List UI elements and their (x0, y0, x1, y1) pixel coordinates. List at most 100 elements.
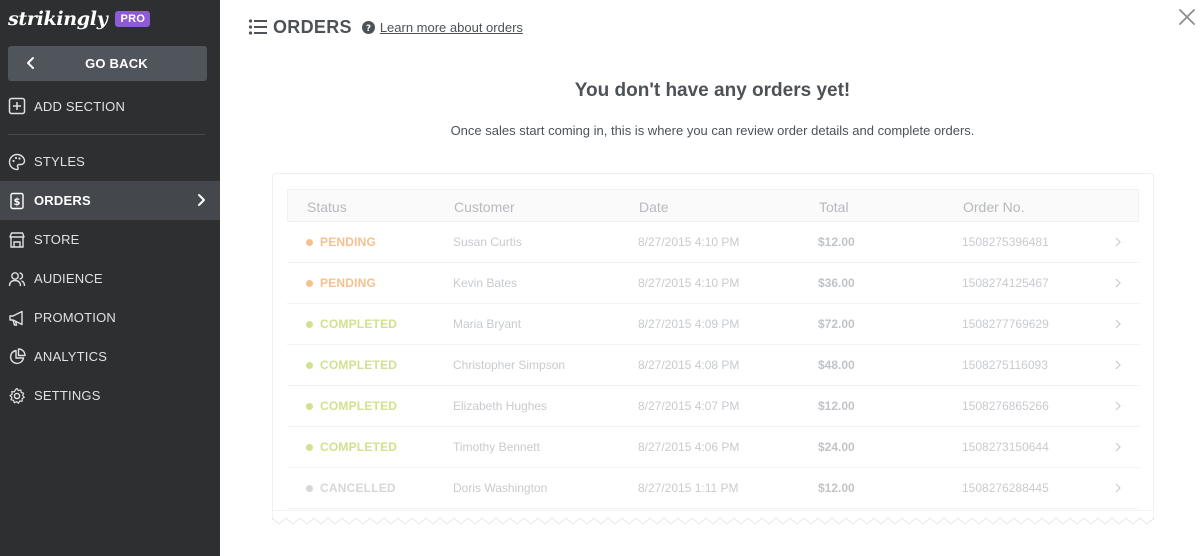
sidebar-item-promotion[interactable]: PROMOTION (0, 298, 220, 337)
column-header-status: Status (307, 199, 347, 215)
sidebar-item-styles[interactable]: STYLES (0, 142, 220, 181)
chevron-right-icon (1115, 401, 1121, 411)
table-row[interactable]: CANCELLED Doris Washington 8/27/2015 1:11 … (287, 468, 1139, 509)
date-cell: 8/27/2015 1:11 PM (638, 481, 739, 495)
page-header: ORDERS ? Learn more about orders (248, 14, 523, 40)
total-cell: $72.00 (818, 317, 855, 331)
date-cell: 8/27/2015 4:06 PM (638, 440, 740, 454)
status-dot (306, 320, 313, 328)
pie-chart-icon (8, 347, 26, 366)
sidebar-item-label: AUDIENCE (34, 271, 103, 286)
total-cell: $12.00 (818, 235, 855, 249)
total-cell: $36.00 (818, 276, 855, 290)
customer-cell: Christopher Simpson (453, 358, 566, 372)
torn-edge (272, 510, 1154, 525)
date-cell: 8/27/2015 4:07 PM (638, 399, 740, 413)
status-badge: CANCELLED (306, 481, 396, 495)
megaphone-icon (8, 309, 26, 327)
total-cell: $24.00 (818, 440, 855, 454)
sidebar-item-orders[interactable]: $ ORDERS (0, 181, 220, 220)
table-row[interactable]: COMPLETED Maria Bryant 8/27/2015 4:09 PM $7… (287, 304, 1139, 345)
total-cell: $12.00 (818, 399, 855, 413)
pro-badge: PRO (115, 11, 151, 27)
column-header-date: Date (639, 199, 669, 215)
order-no-cell: 1508277769629 (962, 317, 1049, 331)
customer-cell: Elizabeth Hughes (453, 399, 548, 413)
go-back-button[interactable]: GO BACK (8, 46, 207, 81)
status-badge: COMPLETED (306, 399, 397, 413)
status-badge: COMPLETED (306, 358, 397, 372)
brand: strikingly PRO (8, 6, 151, 32)
empty-state-title: You don't have any orders yet! (574, 80, 851, 101)
date-cell: 8/27/2015 4:10 PM (638, 235, 740, 249)
table-row[interactable]: PENDING Kevin Bates 8/27/2015 4:10 PM $36.0… (287, 263, 1139, 304)
sidebar-item-analytics[interactable]: ANALYTICS (0, 337, 220, 376)
customer-cell: Susan Curtis (453, 235, 522, 249)
orders-table-preview: Status Customer Date Total Order No. PEN… (272, 173, 1154, 520)
learn-more-link[interactable]: Learn more about orders (380, 20, 523, 35)
customer-cell: Maria Bryant (453, 317, 522, 331)
sidebar-item-label: STORE (34, 232, 80, 247)
order-no-cell: 1508276865266 (962, 399, 1049, 413)
sidebar-item-audience[interactable]: AUDIENCE (0, 259, 220, 298)
status-dot (306, 238, 313, 246)
sidebar-nav: STYLES $ ORDERS STORE AUDIENCE PROMOTION… (0, 142, 220, 415)
customer-cell: Timothy Bennett (453, 440, 540, 454)
table-row[interactable]: COMPLETED Christopher Simpson 8/27/2015 4:… (287, 345, 1139, 386)
order-no-cell: 1508275396481 (962, 235, 1049, 249)
empty-state-subtitle: Once sales start coming in, this is wher… (450, 123, 975, 138)
sidebar-item-label: SETTINGS (34, 388, 101, 403)
chevron-right-icon (1115, 319, 1121, 329)
palette-icon (8, 153, 26, 171)
status-dot (306, 484, 313, 492)
status-badge: PENDING (306, 276, 376, 290)
help-icon: ? (361, 20, 375, 34)
table-row[interactable]: COMPLETED Timothy Bennett 8/27/2015 4:06 P… (287, 427, 1139, 468)
sidebar-item-label: ORDERS (34, 193, 91, 208)
status-label: CANCELLED (320, 481, 396, 495)
status-dot (306, 443, 313, 451)
chevron-right-icon (1115, 237, 1121, 247)
list-icon (248, 19, 267, 35)
status-badge: PENDING (306, 235, 376, 249)
sidebar-item-label: PROMOTION (34, 310, 116, 325)
order-no-cell: 1508273150644 (962, 440, 1049, 454)
customer-cell: Doris Washington (453, 481, 548, 495)
sidebar-item-settings[interactable]: SETTINGS (0, 376, 220, 415)
date-cell: 8/27/2015 4:08 PM (638, 358, 740, 372)
store-icon (8, 231, 26, 249)
status-label: COMPLETED (320, 358, 398, 372)
date-cell: 8/27/2015 4:09 PM (638, 317, 740, 331)
order-no-cell: 1508275116093 (962, 358, 1048, 372)
sidebar-item-store[interactable]: STORE (0, 220, 220, 259)
chevron-right-icon (198, 194, 205, 206)
status-badge: COMPLETED (306, 317, 397, 331)
brand-logo: strikingly (8, 8, 108, 30)
gear-icon (8, 387, 26, 405)
column-header-customer: Customer (454, 199, 515, 215)
status-label: COMPLETED (320, 399, 398, 413)
table-row[interactable]: PENDING Susan Curtis 8/27/2015 4:10 PM $12.… (287, 222, 1139, 263)
chevron-right-icon (1115, 483, 1121, 493)
total-cell: $48.00 (818, 358, 855, 372)
chevron-left-icon (27, 57, 34, 69)
total-cell: $12.00 (818, 481, 855, 495)
status-label: PENDING (320, 276, 377, 290)
chevron-right-icon (1115, 360, 1121, 370)
status-label: COMPLETED (320, 317, 398, 331)
status-dot (306, 361, 313, 369)
status-label: PENDING (320, 235, 377, 249)
dollar-file-icon: $ (8, 192, 26, 210)
chevron-right-icon (1115, 442, 1121, 452)
column-header-total: Total (819, 199, 849, 215)
status-dot (306, 279, 313, 287)
order-no-cell: 1508274125467 (962, 276, 1049, 290)
svg-text:$: $ (14, 197, 21, 208)
sidebar-item-label: STYLES (34, 154, 86, 169)
status-badge: COMPLETED (306, 440, 397, 454)
sidebar-item-label: ANALYTICS (34, 349, 108, 364)
customer-cell: Kevin Bates (453, 276, 518, 290)
table-row[interactable]: COMPLETED Elizabeth Hughes 8/27/2015 4:07 … (287, 386, 1139, 427)
close-icon[interactable] (1176, 6, 1198, 28)
date-cell: 8/27/2015 4:10 PM (638, 276, 740, 290)
